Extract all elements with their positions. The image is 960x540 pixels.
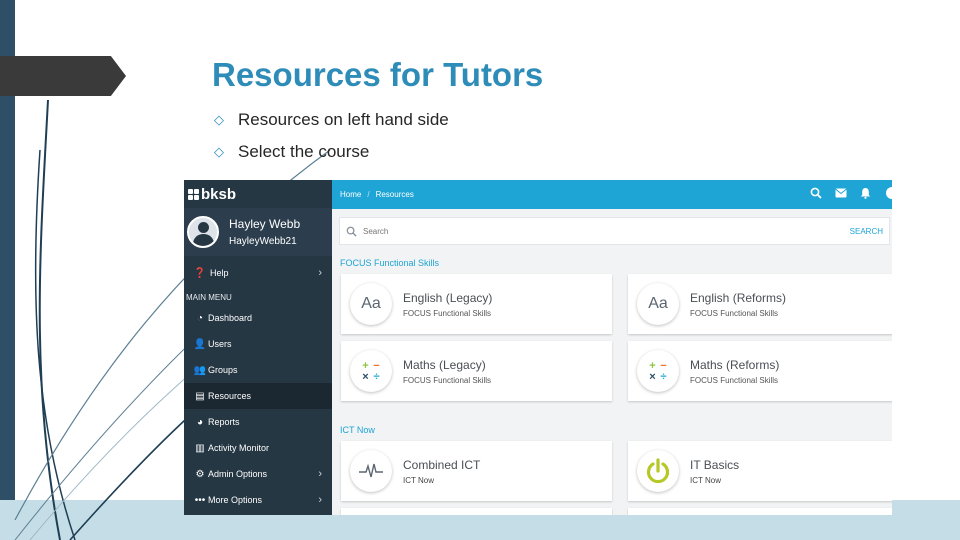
bullet-text: Select the course bbox=[238, 142, 370, 161]
sidebar: bksb Hayley Webb HayleyWebb21 ❓ Help › M… bbox=[184, 180, 332, 515]
course-card-maths-legacy[interactable]: + − × ÷ Maths (Legacy) FOCUS Functional Ski… bbox=[341, 341, 612, 401]
pulse-icon bbox=[350, 450, 392, 492]
gears-icon: ⚙ bbox=[195, 468, 205, 480]
card-title: Maths (Legacy) bbox=[403, 357, 486, 372]
slide-bullets: ◇ Resources on left hand side ◇ Select t… bbox=[214, 104, 449, 168]
more-dots-icon: ••• bbox=[194, 494, 206, 506]
diamond-bullet-icon: ◇ bbox=[214, 112, 224, 127]
logo-grid-icon bbox=[188, 188, 199, 200]
sidebar-item-label: Dashboard bbox=[208, 313, 253, 323]
breadcrumb-separator: / bbox=[367, 190, 370, 199]
card-title: IT Basics bbox=[690, 457, 740, 472]
sidebar-item-admin-options[interactable]: ⚙ Admin Options › bbox=[184, 461, 332, 487]
sidebar-item-label: Activity Monitor bbox=[208, 443, 270, 453]
math-operators-icon: + − × ÷ bbox=[637, 350, 679, 392]
breadcrumb-current: Resources bbox=[375, 190, 414, 199]
card-title: Combined ICT bbox=[403, 457, 481, 472]
course-card-english-reforms[interactable]: Aa English (Reforms) FOCUS Functional Sk… bbox=[628, 274, 892, 334]
topbar: Home / Resources bbox=[332, 180, 892, 209]
user-handle: HayleyWebb21 bbox=[229, 236, 297, 247]
user-name: Hayley Webb bbox=[229, 217, 301, 231]
help-icon: ❓ bbox=[193, 267, 207, 279]
bullet-item: ◇ Resources on left hand side bbox=[214, 104, 449, 136]
course-card-partial[interactable] bbox=[341, 508, 612, 515]
group-icon: 👥 bbox=[193, 364, 207, 376]
sidebar-item-label: Admin Options bbox=[208, 469, 268, 479]
mail-icon[interactable] bbox=[835, 188, 847, 201]
slide-arrow-tab bbox=[0, 56, 126, 96]
avatar bbox=[187, 216, 219, 248]
sidebar-item-groups[interactable]: 👥 Groups bbox=[184, 357, 332, 383]
topbar-icons bbox=[810, 180, 892, 209]
bell-icon[interactable] bbox=[860, 187, 871, 202]
course-card-it-basics[interactable]: IT Basics ICT Now bbox=[628, 441, 892, 501]
main-menu-heading: MAIN MENU bbox=[186, 293, 232, 302]
user-profile[interactable]: Hayley Webb HayleyWebb21 bbox=[184, 208, 332, 256]
sidebar-item-more-options[interactable]: ••• More Options › bbox=[184, 487, 332, 513]
resources-icon: ▤ bbox=[195, 390, 205, 402]
course-card-partial[interactable] bbox=[628, 508, 892, 515]
diamond-bullet-icon: ◇ bbox=[214, 144, 224, 159]
logo-text: bksb bbox=[201, 185, 237, 203]
sidebar-item-label: Resources bbox=[208, 391, 252, 401]
user-menu-icon[interactable] bbox=[884, 187, 892, 202]
sidebar-item-reports[interactable]: ◕ Reports bbox=[184, 409, 332, 435]
power-icon bbox=[637, 450, 679, 492]
card-subtitle: FOCUS Functional Skills bbox=[690, 308, 779, 318]
chevron-right-icon: › bbox=[318, 267, 322, 279]
bksb-app-screenshot: bksb Hayley Webb HayleyWebb21 ❓ Help › M… bbox=[184, 180, 892, 515]
card-subtitle: FOCUS Functional Skills bbox=[403, 375, 492, 385]
bksb-logo[interactable]: bksb bbox=[184, 180, 332, 208]
breadcrumb-home[interactable]: Home bbox=[340, 190, 361, 199]
course-card-combined-ict[interactable]: Combined ICT ICT Now bbox=[341, 441, 612, 501]
sidebar-item-resources[interactable]: ▤ Resources bbox=[184, 383, 332, 409]
card-title: English (Reforms) bbox=[690, 290, 787, 305]
sidebar-item-label: Help bbox=[210, 268, 229, 278]
card-subtitle: ICT Now bbox=[403, 475, 434, 485]
card-subtitle: FOCUS Functional Skills bbox=[690, 375, 779, 385]
math-operators-icon: + − × ÷ bbox=[350, 350, 392, 392]
sidebar-item-users[interactable]: 👤 Users bbox=[184, 331, 332, 357]
search-input[interactable] bbox=[363, 226, 783, 236]
search-icon[interactable] bbox=[810, 187, 822, 202]
search-bar: SEARCH bbox=[339, 217, 890, 245]
sidebar-item-activity-monitor[interactable]: ▥ Activity Monitor bbox=[184, 435, 332, 461]
slide-title: Resources for Tutors bbox=[212, 56, 544, 93]
pie-chart-icon: ◕ bbox=[196, 416, 204, 428]
card-title: English (Legacy) bbox=[403, 290, 493, 305]
section-heading-focus: FOCUS Functional Skills bbox=[340, 258, 440, 268]
card-subtitle: ICT Now bbox=[690, 475, 721, 485]
bar-chart-icon: ▥ bbox=[195, 442, 205, 454]
aa-icon: Aa bbox=[637, 283, 679, 325]
sidebar-item-dashboard[interactable]: ◔ Dashboard bbox=[184, 305, 332, 331]
course-card-english-legacy[interactable]: Aa English (Legacy) FOCUS Functional Ski… bbox=[341, 274, 612, 334]
card-title: Maths (Reforms) bbox=[690, 357, 780, 372]
course-card-maths-reforms[interactable]: + − × ÷ Maths (Reforms) FOCUS Functional Sk… bbox=[628, 341, 892, 401]
sidebar-item-label: Reports bbox=[208, 417, 240, 427]
bullet-text: Resources on left hand side bbox=[238, 110, 449, 129]
aa-icon: Aa bbox=[350, 283, 392, 325]
sidebar-item-help[interactable]: ❓ Help › bbox=[184, 260, 332, 286]
chevron-right-icon: › bbox=[318, 494, 322, 506]
section-heading-ict: ICT Now bbox=[340, 425, 375, 435]
sidebar-item-label: More Options bbox=[208, 495, 263, 505]
user-icon: 👤 bbox=[193, 338, 207, 350]
search-button[interactable]: SEARCH bbox=[850, 227, 883, 236]
dashboard-icon: ◔ bbox=[196, 312, 204, 324]
sidebar-item-label: Groups bbox=[208, 365, 238, 375]
main-content: Home / Resources SEARCH bbox=[332, 180, 892, 515]
search-icon bbox=[346, 226, 357, 237]
bullet-item: ◇ Select the course bbox=[214, 136, 449, 168]
card-subtitle: FOCUS Functional Skills bbox=[403, 308, 492, 318]
sidebar-item-label: Users bbox=[208, 339, 232, 349]
chevron-right-icon: › bbox=[318, 468, 322, 480]
